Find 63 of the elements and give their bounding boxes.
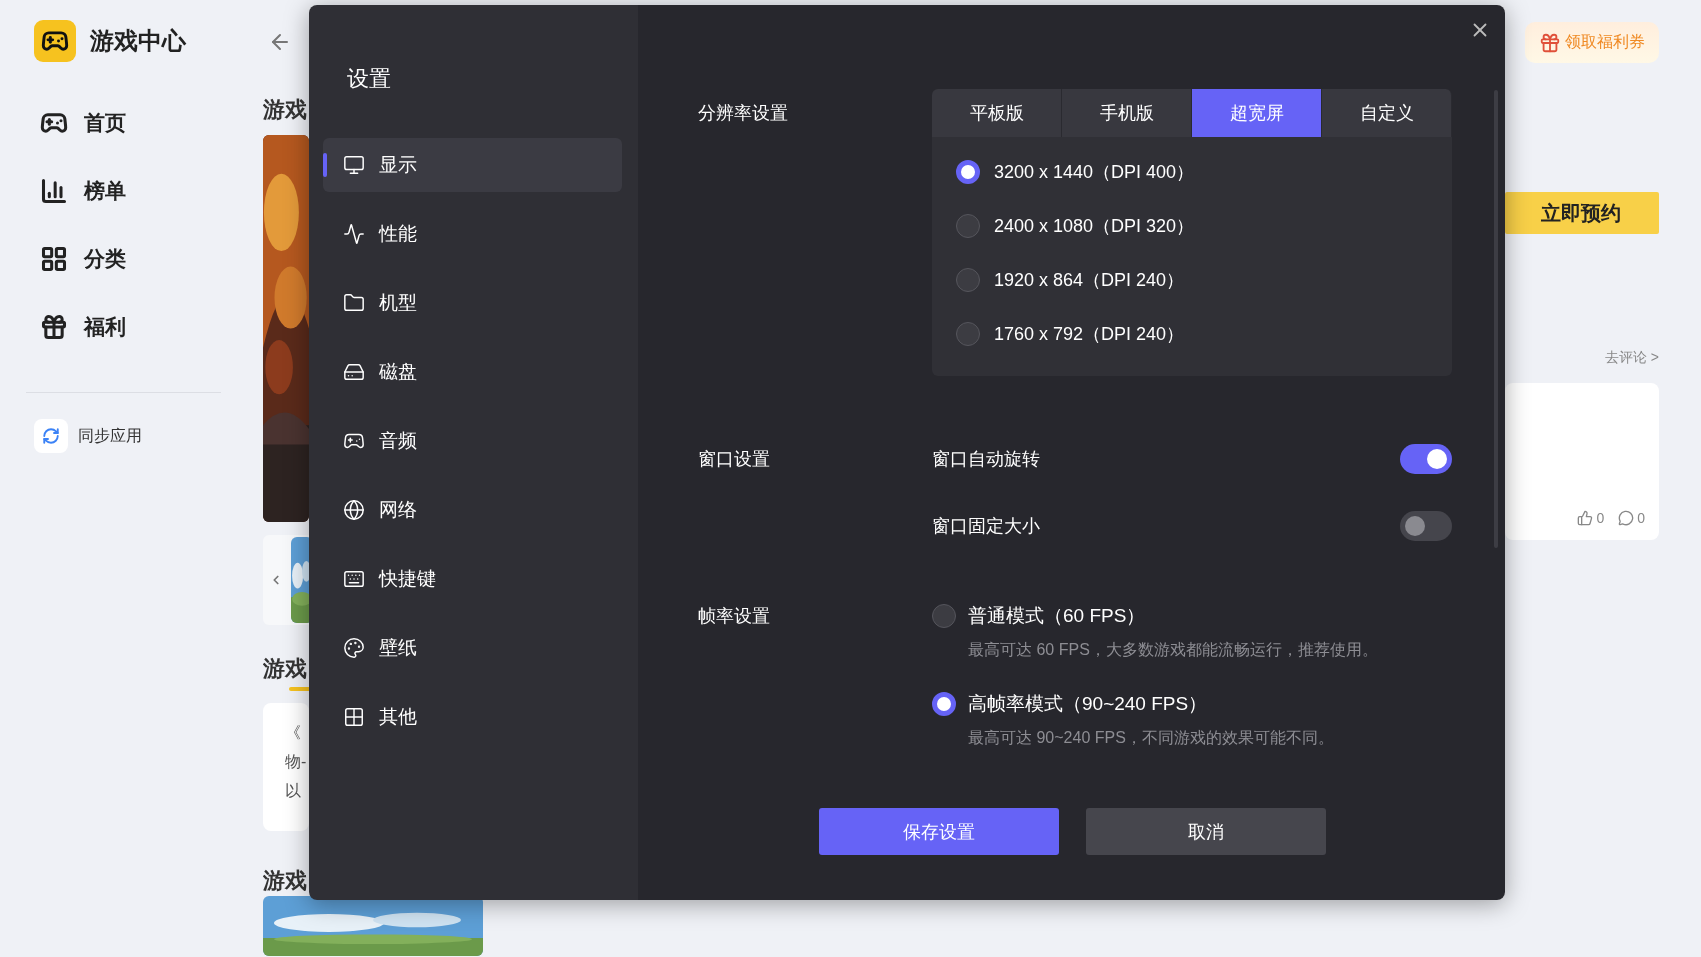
toggle-switch[interactable] bbox=[1400, 511, 1452, 541]
sidebar-item[interactable]: 福利 bbox=[0, 293, 240, 361]
section-heading: 游戏 bbox=[263, 867, 308, 895]
sync-icon[interactable] bbox=[34, 419, 68, 453]
app-logo-icon bbox=[34, 20, 76, 62]
cancel-button[interactable]: 取消 bbox=[1086, 808, 1326, 855]
save-button[interactable]: 保存设置 bbox=[819, 808, 1059, 855]
globe-icon bbox=[343, 499, 365, 521]
card-text: 《 bbox=[285, 723, 302, 743]
resolution-tab[interactable]: 自定义 bbox=[1322, 89, 1452, 137]
radio-button[interactable] bbox=[956, 268, 980, 292]
section-heading: 游戏 bbox=[263, 655, 308, 683]
radio-button[interactable] bbox=[956, 322, 980, 346]
radio-button[interactable] bbox=[956, 160, 980, 184]
fps-option[interactable]: 普通模式（60 FPS） bbox=[968, 602, 1378, 630]
settings-nav-item[interactable]: 磁盘 bbox=[323, 345, 622, 399]
toggle-switch[interactable] bbox=[1400, 444, 1452, 474]
settings-nav-item[interactable]: 其他 bbox=[323, 690, 622, 744]
resolution-tab[interactable]: 平板版 bbox=[932, 89, 1062, 137]
radio-button[interactable] bbox=[956, 214, 980, 238]
section-label: 分辨率设置 bbox=[698, 102, 789, 125]
resolution-option[interactable]: 3200 x 1440（DPI 400） bbox=[994, 160, 1195, 184]
grid-icon bbox=[40, 245, 68, 273]
section-label: 窗口设置 bbox=[698, 448, 771, 471]
resolution-option[interactable]: 1760 x 792（DPI 240） bbox=[994, 322, 1185, 346]
gift-icon bbox=[40, 313, 68, 341]
settings-nav-item[interactable]: 显示 bbox=[323, 138, 622, 192]
fps-hint: 最高可达 60 FPS，大多数游戏都能流畅运行，推荐使用。 bbox=[968, 640, 1378, 660]
reserve-button[interactable]: 立即预约 bbox=[1505, 192, 1659, 234]
settings-nav-item[interactable]: 机型 bbox=[323, 276, 622, 330]
toggle-label: 窗口自动旋转 bbox=[932, 448, 1040, 471]
monitor-icon bbox=[343, 154, 365, 176]
folder-icon bbox=[343, 292, 365, 314]
radio-button[interactable] bbox=[932, 692, 956, 716]
section-label: 帧率设置 bbox=[698, 605, 771, 628]
card-text: 物- bbox=[285, 752, 308, 772]
resolution-option[interactable]: 1920 x 864（DPI 240） bbox=[994, 268, 1185, 292]
sidebar-item[interactable]: 首页 bbox=[0, 89, 240, 157]
card-text: 以 bbox=[285, 781, 302, 801]
app-title: 游戏中心 bbox=[90, 26, 186, 56]
fps-option[interactable]: 高帧率模式（90~240 FPS） bbox=[968, 690, 1334, 718]
settings-nav-item[interactable]: 音频 bbox=[323, 414, 622, 468]
palette-icon bbox=[343, 637, 365, 659]
resolution-tab[interactable]: 手机版 bbox=[1062, 89, 1192, 137]
sync-label[interactable]: 同步应用 bbox=[78, 425, 142, 447]
sidebar-item[interactable]: 分类 bbox=[0, 225, 240, 293]
settings-nav-item[interactable]: 壁纸 bbox=[323, 621, 622, 675]
sidebar-item[interactable]: 榜单 bbox=[0, 157, 240, 225]
pulse-icon bbox=[343, 223, 365, 245]
radio-button[interactable] bbox=[932, 604, 956, 628]
settings-nav-item[interactable]: 性能 bbox=[323, 207, 622, 261]
section-heading: 游戏 bbox=[263, 96, 308, 124]
fps-hint: 最高可达 90~240 FPS，不同游戏的效果可能不同。 bbox=[968, 728, 1334, 748]
chart-icon bbox=[40, 177, 68, 205]
resolution-option[interactable]: 2400 x 1080（DPI 320） bbox=[994, 214, 1195, 238]
settings-nav-item[interactable]: 网络 bbox=[323, 483, 622, 537]
dialog-title: 设置 bbox=[347, 66, 392, 92]
resolution-tab[interactable]: 超宽屏 bbox=[1192, 89, 1322, 137]
gift-icon bbox=[1539, 31, 1561, 54]
grid-icon bbox=[343, 706, 365, 728]
settings-nav-item[interactable]: 快捷键 bbox=[323, 552, 622, 606]
keyboard-icon bbox=[343, 568, 365, 590]
toggle-label: 窗口固定大小 bbox=[932, 515, 1040, 538]
